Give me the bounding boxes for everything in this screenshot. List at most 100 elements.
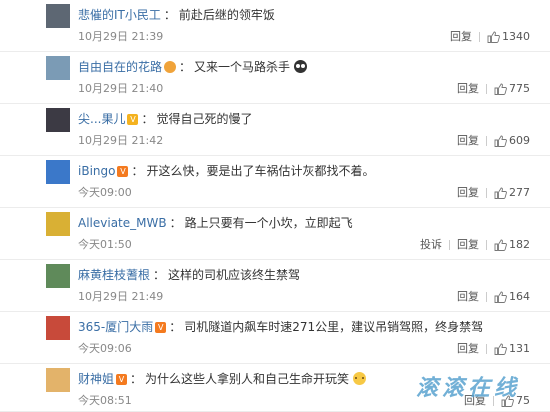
avatar-image bbox=[46, 368, 70, 392]
emoji-icon bbox=[290, 60, 308, 74]
like-count: 775 bbox=[509, 82, 530, 95]
avatar[interactable] bbox=[46, 108, 70, 132]
comment-actions: 回复 164 bbox=[457, 290, 530, 304]
avatar[interactable] bbox=[46, 4, 70, 28]
like-button[interactable]: 164 bbox=[494, 290, 530, 303]
user-badge bbox=[162, 60, 177, 74]
avatar-image bbox=[46, 160, 70, 184]
watermark: 滚滚在线 bbox=[415, 376, 520, 401]
comment-time: 10月29日 21:42 bbox=[78, 134, 164, 147]
emoji-icon bbox=[349, 372, 367, 386]
avatar[interactable] bbox=[46, 264, 70, 288]
divider bbox=[486, 84, 487, 94]
user-badge: V bbox=[114, 372, 128, 386]
divider bbox=[486, 344, 487, 354]
comment-item: Alleviate_MWB：路上只要有一个小坎，立即起飞 今天01:50 投诉 回… bbox=[0, 208, 550, 260]
comment-item: iBingo V：开这么快，要是出了车祸估计灰都找不着。 今天09:00 回复 27… bbox=[0, 156, 550, 208]
comment-item: 麻黄桂枝蓍根：这样的司机应该终生禁驾 10月29日 21:49 回复 164 bbox=[0, 260, 550, 312]
avatar[interactable] bbox=[46, 212, 70, 236]
reply-link[interactable]: 回复 bbox=[457, 342, 479, 355]
verified-icon: V bbox=[155, 322, 167, 333]
comment-actions: 回复 609 bbox=[457, 134, 530, 148]
thumbs-up-icon bbox=[494, 135, 507, 147]
username-link[interactable]: 尖...果儿 bbox=[78, 112, 125, 126]
reply-link[interactable]: 回复 bbox=[457, 238, 479, 251]
username-link[interactable]: 财神姐 bbox=[78, 372, 114, 386]
divider bbox=[486, 136, 487, 146]
thumbs-up-icon bbox=[494, 291, 507, 303]
comment-item: 悲催的IT小民工：前赴后继的领牢饭 10月29日 21:39 回复 1340 bbox=[0, 0, 550, 52]
username-link[interactable]: 麻黄桂枝蓍根 bbox=[78, 268, 150, 282]
comment-text: 开这么快，要是出了车祸估计灰都找不着。 bbox=[146, 164, 375, 178]
avatar[interactable] bbox=[46, 368, 70, 392]
like-count: 131 bbox=[509, 342, 530, 355]
colon-separator: ： bbox=[179, 60, 192, 74]
comment-text: 觉得自己死的慢了 bbox=[156, 112, 253, 126]
thumbs-up-icon bbox=[494, 187, 507, 199]
comment-text: 为什么这些人拿别人和自己生命开玩笑 bbox=[145, 372, 350, 386]
thumbs-up-icon bbox=[487, 31, 500, 43]
report-link[interactable]: 投诉 bbox=[420, 238, 442, 251]
user-badge: V bbox=[125, 112, 139, 126]
colon-separator: ： bbox=[169, 216, 182, 230]
comment-actions: 回复 131 bbox=[457, 342, 530, 356]
like-count: 164 bbox=[509, 290, 530, 303]
avatar[interactable] bbox=[46, 316, 70, 340]
colon-separator: ： bbox=[153, 268, 166, 282]
reply-link[interactable]: 回复 bbox=[450, 30, 472, 43]
avatar-image bbox=[46, 264, 70, 288]
comment-actions: 回复 277 bbox=[457, 186, 530, 200]
comment-line: Alleviate_MWB：路上只要有一个小坎，立即起飞 bbox=[78, 215, 353, 231]
comment-text: 这样的司机应该终生禁驾 bbox=[168, 268, 301, 282]
thumbs-up-icon bbox=[494, 343, 507, 355]
divider bbox=[486, 188, 487, 198]
comment-time: 今天09:00 bbox=[78, 186, 132, 199]
reply-link[interactable]: 回复 bbox=[457, 186, 479, 199]
colon-separator: ： bbox=[131, 164, 144, 178]
reply-link[interactable]: 回复 bbox=[457, 290, 479, 303]
like-button[interactable]: 609 bbox=[494, 134, 530, 147]
comment-line: 悲催的IT小民工：前赴后继的领牢饭 bbox=[78, 7, 275, 23]
avatar-image bbox=[46, 108, 70, 132]
colon-separator: ： bbox=[130, 372, 143, 386]
comment-time: 10月29日 21:39 bbox=[78, 30, 164, 43]
comment-text: 又来一个马路杀手 bbox=[194, 60, 291, 74]
comment-line: iBingo V：开这么快，要是出了车祸估计灰都找不着。 bbox=[78, 163, 375, 179]
reply-link[interactable]: 回复 bbox=[457, 134, 479, 147]
member-crown-icon bbox=[164, 61, 177, 73]
thumbs-up-icon bbox=[494, 239, 507, 251]
username-link[interactable]: iBingo bbox=[78, 164, 115, 178]
avatar[interactable] bbox=[46, 160, 70, 184]
comment-time: 今天09:06 bbox=[78, 342, 132, 355]
emoji-face-icon bbox=[294, 60, 308, 73]
comment-item: 自由自在的花路 ：又来一个马路杀手 10月29日 21:40 回复 775 bbox=[0, 52, 550, 104]
like-button[interactable]: 277 bbox=[494, 186, 530, 199]
avatar-image bbox=[46, 56, 70, 80]
divider bbox=[479, 32, 480, 42]
comment-actions: 回复 1340 bbox=[450, 30, 530, 44]
like-button[interactable]: 1340 bbox=[487, 30, 530, 43]
username-link[interactable]: 自由自在的花路 bbox=[78, 60, 162, 74]
like-count: 609 bbox=[509, 134, 530, 147]
comment-text: 前赴后继的领牢饭 bbox=[178, 8, 275, 22]
divider bbox=[449, 240, 450, 250]
like-button[interactable]: 131 bbox=[494, 342, 530, 355]
username-link[interactable]: Alleviate_MWB bbox=[78, 216, 167, 230]
emoji-face-icon bbox=[353, 372, 367, 385]
avatar[interactable] bbox=[46, 56, 70, 80]
colon-separator: ： bbox=[141, 112, 154, 126]
like-button[interactable]: 775 bbox=[494, 82, 530, 95]
like-button[interactable]: 182 bbox=[494, 238, 530, 251]
username-link[interactable]: 365-厦门大雨 bbox=[78, 320, 153, 334]
reply-link[interactable]: 回复 bbox=[457, 82, 479, 95]
verified-icon: V bbox=[116, 374, 128, 385]
avatar-image bbox=[46, 212, 70, 236]
user-badge: V bbox=[115, 164, 129, 178]
comment-item: 365-厦门大雨 V：司机隧道内飙车时速271公里，建议吊销驾照，终身禁驾 今天0… bbox=[0, 312, 550, 364]
comment-line: 尖...果儿 V：觉得自己死的慢了 bbox=[78, 111, 252, 127]
username-link[interactable]: 悲催的IT小民工 bbox=[78, 8, 161, 22]
divider bbox=[486, 292, 487, 302]
comment-time: 今天08:51 bbox=[78, 394, 132, 407]
verified-icon: V bbox=[117, 166, 129, 177]
comment-list: 悲催的IT小民工：前赴后继的领牢饭 10月29日 21:39 回复 1340 自由… bbox=[0, 0, 550, 412]
